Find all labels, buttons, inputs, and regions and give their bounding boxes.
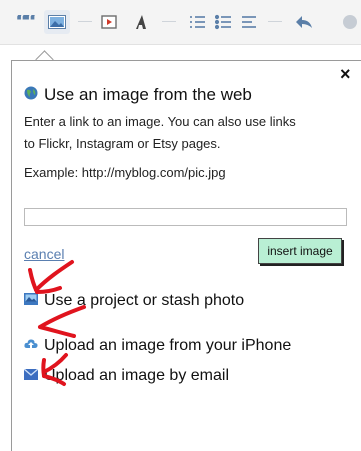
cancel-link[interactable]: cancel bbox=[24, 246, 64, 262]
ordered-list-icon[interactable] bbox=[186, 10, 208, 34]
web-image-title: Use an image from the web bbox=[44, 85, 252, 104]
upload-cloud-icon bbox=[24, 337, 38, 355]
globe-icon bbox=[24, 86, 38, 105]
video-icon[interactable] bbox=[98, 10, 120, 34]
dropcap-icon[interactable] bbox=[130, 10, 152, 34]
image-url-input[interactable] bbox=[24, 208, 347, 226]
more-icon[interactable] bbox=[340, 10, 360, 34]
close-button[interactable]: × bbox=[340, 65, 351, 83]
option-project-photo[interactable]: Use a project or stash photo bbox=[24, 292, 244, 310]
image-icon[interactable] bbox=[44, 10, 70, 34]
undo-icon[interactable] bbox=[292, 10, 316, 34]
svg-text:“: “ bbox=[23, 15, 35, 29]
quote-icon[interactable]: ““ bbox=[14, 10, 36, 34]
web-image-description: Enter a link to an image. You can also u… bbox=[24, 114, 296, 129]
email-icon bbox=[23, 367, 39, 385]
bullet-list-icon[interactable] bbox=[212, 10, 234, 34]
insert-image-button[interactable]: insert image bbox=[258, 238, 342, 264]
example-text: Example: http://myblog.com/pic.jpg bbox=[24, 165, 226, 180]
web-image-heading: Use an image from the web bbox=[24, 85, 252, 105]
toolbar-separator bbox=[268, 21, 282, 22]
web-image-description-2: to Flickr, Instagram or Etsy pages. bbox=[24, 136, 221, 151]
option-upload-iphone-label: Upload an image from your iPhone bbox=[44, 337, 292, 354]
editor-toolbar: ““ bbox=[0, 0, 361, 45]
toolbar-separator bbox=[78, 21, 92, 22]
option-upload-email-label: Upload an image by email bbox=[44, 367, 229, 384]
align-left-icon[interactable] bbox=[238, 10, 260, 34]
option-project-photo-label: Use a project or stash photo bbox=[44, 292, 245, 309]
photo-icon bbox=[24, 292, 38, 310]
option-upload-iphone[interactable]: Upload an image from your iPhone bbox=[24, 337, 291, 355]
option-upload-email[interactable]: Upload an image by email bbox=[23, 367, 229, 385]
toolbar-separator bbox=[162, 21, 176, 22]
